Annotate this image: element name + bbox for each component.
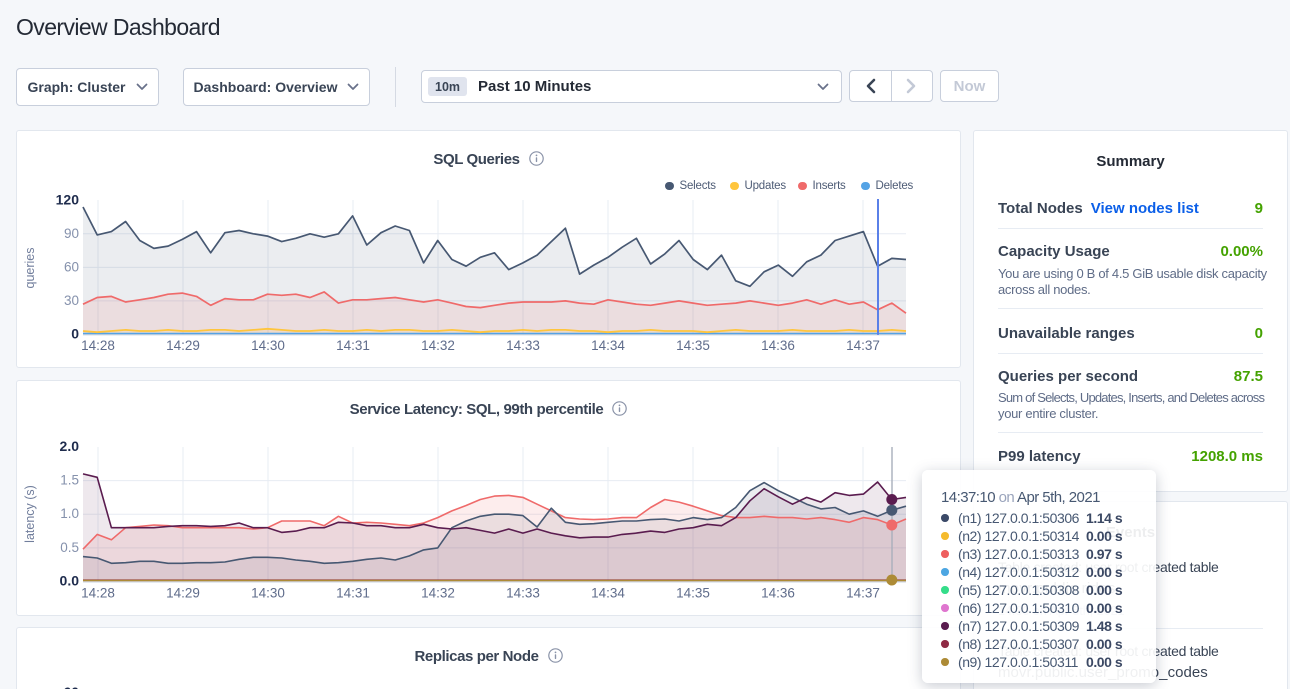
svg-text:14:36: 14:36 — [761, 586, 795, 601]
svg-text:14:29: 14:29 — [166, 338, 200, 353]
svg-text:14:31: 14:31 — [336, 338, 370, 353]
svg-text:latency (s): latency (s) — [23, 485, 37, 543]
svg-text:0: 0 — [71, 325, 79, 341]
svg-text:60: 60 — [64, 259, 79, 274]
svg-text:0.0: 0.0 — [60, 573, 80, 589]
svg-text:0.5: 0.5 — [60, 540, 79, 555]
svg-text:14:33: 14:33 — [506, 586, 540, 601]
svg-text:14:32: 14:32 — [421, 586, 455, 601]
svg-text:14:35: 14:35 — [676, 338, 710, 353]
svg-text:1.0: 1.0 — [60, 506, 79, 521]
svg-text:90: 90 — [64, 226, 79, 241]
svg-text:14:30: 14:30 — [251, 338, 285, 353]
svg-text:14:28: 14:28 — [81, 338, 115, 353]
svg-text:30: 30 — [64, 293, 79, 308]
svg-text:1.5: 1.5 — [60, 473, 79, 488]
svg-text:14:32: 14:32 — [421, 338, 455, 353]
svg-text:14:36: 14:36 — [761, 338, 795, 353]
svg-text:14:34: 14:34 — [591, 586, 625, 601]
svg-text:14:34: 14:34 — [591, 338, 625, 353]
svg-text:14:37: 14:37 — [846, 586, 880, 601]
svg-text:14:28: 14:28 — [81, 586, 115, 601]
svg-text:14:37: 14:37 — [846, 338, 880, 353]
svg-text:queries: queries — [23, 248, 37, 289]
svg-text:14:30: 14:30 — [251, 586, 285, 601]
svg-text:2.0: 2.0 — [60, 438, 80, 454]
svg-text:14:31: 14:31 — [336, 586, 370, 601]
svg-text:14:29: 14:29 — [166, 586, 200, 601]
svg-text:14:33: 14:33 — [506, 338, 540, 353]
svg-text:14:35: 14:35 — [676, 586, 710, 601]
svg-text:120: 120 — [56, 191, 80, 207]
